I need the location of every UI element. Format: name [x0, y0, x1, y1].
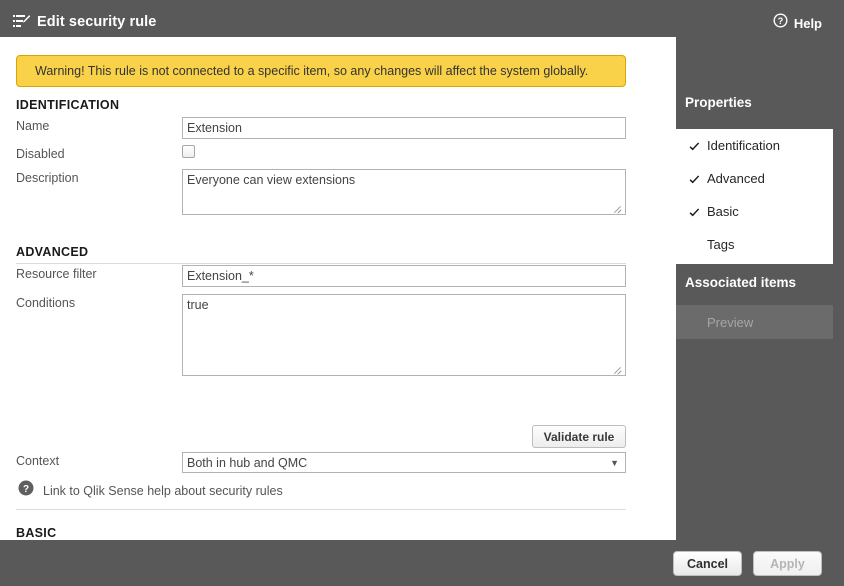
name-label: Name [16, 119, 50, 133]
sidebar-item-basic[interactable]: Basic [676, 195, 833, 228]
disabled-label: Disabled [16, 147, 65, 161]
description-label: Description [16, 171, 79, 185]
chevron-down-icon: ▼ [610, 458, 619, 468]
global-warning-banner: Warning! This rule is not connected to a… [16, 55, 626, 87]
description-textarea[interactable] [182, 169, 626, 215]
rule-form-panel: Warning! This rule is not connected to a… [0, 37, 676, 540]
cancel-button[interactable]: Cancel [673, 551, 742, 576]
svg-text:?: ? [778, 16, 784, 26]
svg-text:?: ? [23, 484, 29, 495]
sidebar-item-preview[interactable]: Preview [676, 305, 833, 339]
divider-advanced-basic [16, 509, 626, 510]
sidebar-item-tags[interactable]: Tags [676, 228, 833, 261]
section-heading-advanced: ADVANCED [16, 245, 89, 259]
help-button[interactable]: ? Help [773, 13, 822, 33]
edit-security-rule-window: Edit security rule ? Help Warning! This … [0, 0, 844, 586]
disabled-checkbox[interactable] [182, 145, 195, 158]
sidebar-item-identification-label: Identification [707, 138, 780, 153]
conditions-textarea[interactable] [182, 294, 626, 376]
page-title: Edit security rule [37, 14, 157, 30]
warning-text: Warning! This rule is not connected to a… [35, 64, 589, 78]
sidebar-item-advanced[interactable]: Advanced [676, 162, 833, 195]
help-label: Help [793, 15, 822, 31]
sidebar-item-basic-label: Basic [707, 204, 739, 219]
conditions-label: Conditions [16, 296, 76, 310]
sidebar-item-identification[interactable]: Identification [676, 129, 833, 162]
properties-sidebar: Properties Identification Advanced Basic [676, 37, 844, 540]
rule-form-content: Warning! This rule is not connected to a… [0, 37, 660, 540]
question-circle-icon: ? [18, 480, 34, 501]
security-rules-help-link[interactable]: ? Link to Qlik Sense help about security… [18, 480, 283, 501]
check-icon [689, 173, 700, 184]
section-heading-basic: BASIC [16, 526, 57, 540]
check-icon [689, 206, 700, 217]
edit-rule-icon [13, 14, 31, 30]
resource-filter-input[interactable] [182, 265, 626, 287]
properties-list: Identification Advanced Basic Tags [676, 129, 833, 264]
help-link-label: Link to Qlik Sense help about security r… [43, 483, 283, 498]
sidebar-item-preview-label: Preview [707, 314, 754, 330]
header-title-wrap: Edit security rule [13, 14, 156, 30]
context-label: Context [16, 454, 60, 468]
context-select[interactable]: Both in hub and QMC ▼ [182, 452, 626, 473]
properties-heading: Properties [685, 95, 752, 110]
divider-identification-advanced [16, 263, 626, 264]
apply-button: Apply [753, 551, 822, 576]
context-selected-value: Both in hub and QMC [187, 455, 308, 470]
check-icon [689, 140, 700, 151]
validate-rule-button[interactable]: Validate rule [532, 425, 626, 448]
sidebar-item-tags-label: Tags [707, 237, 735, 252]
section-heading-identification: IDENTIFICATION [16, 98, 120, 112]
sidebar-item-advanced-label: Advanced [707, 171, 765, 186]
question-circle-icon: ? [773, 13, 788, 33]
resource-filter-label: Resource filter [16, 267, 97, 281]
window-footer: Cancel Apply [0, 540, 844, 586]
name-input[interactable] [182, 117, 626, 139]
associated-items-heading: Associated items [685, 275, 797, 290]
